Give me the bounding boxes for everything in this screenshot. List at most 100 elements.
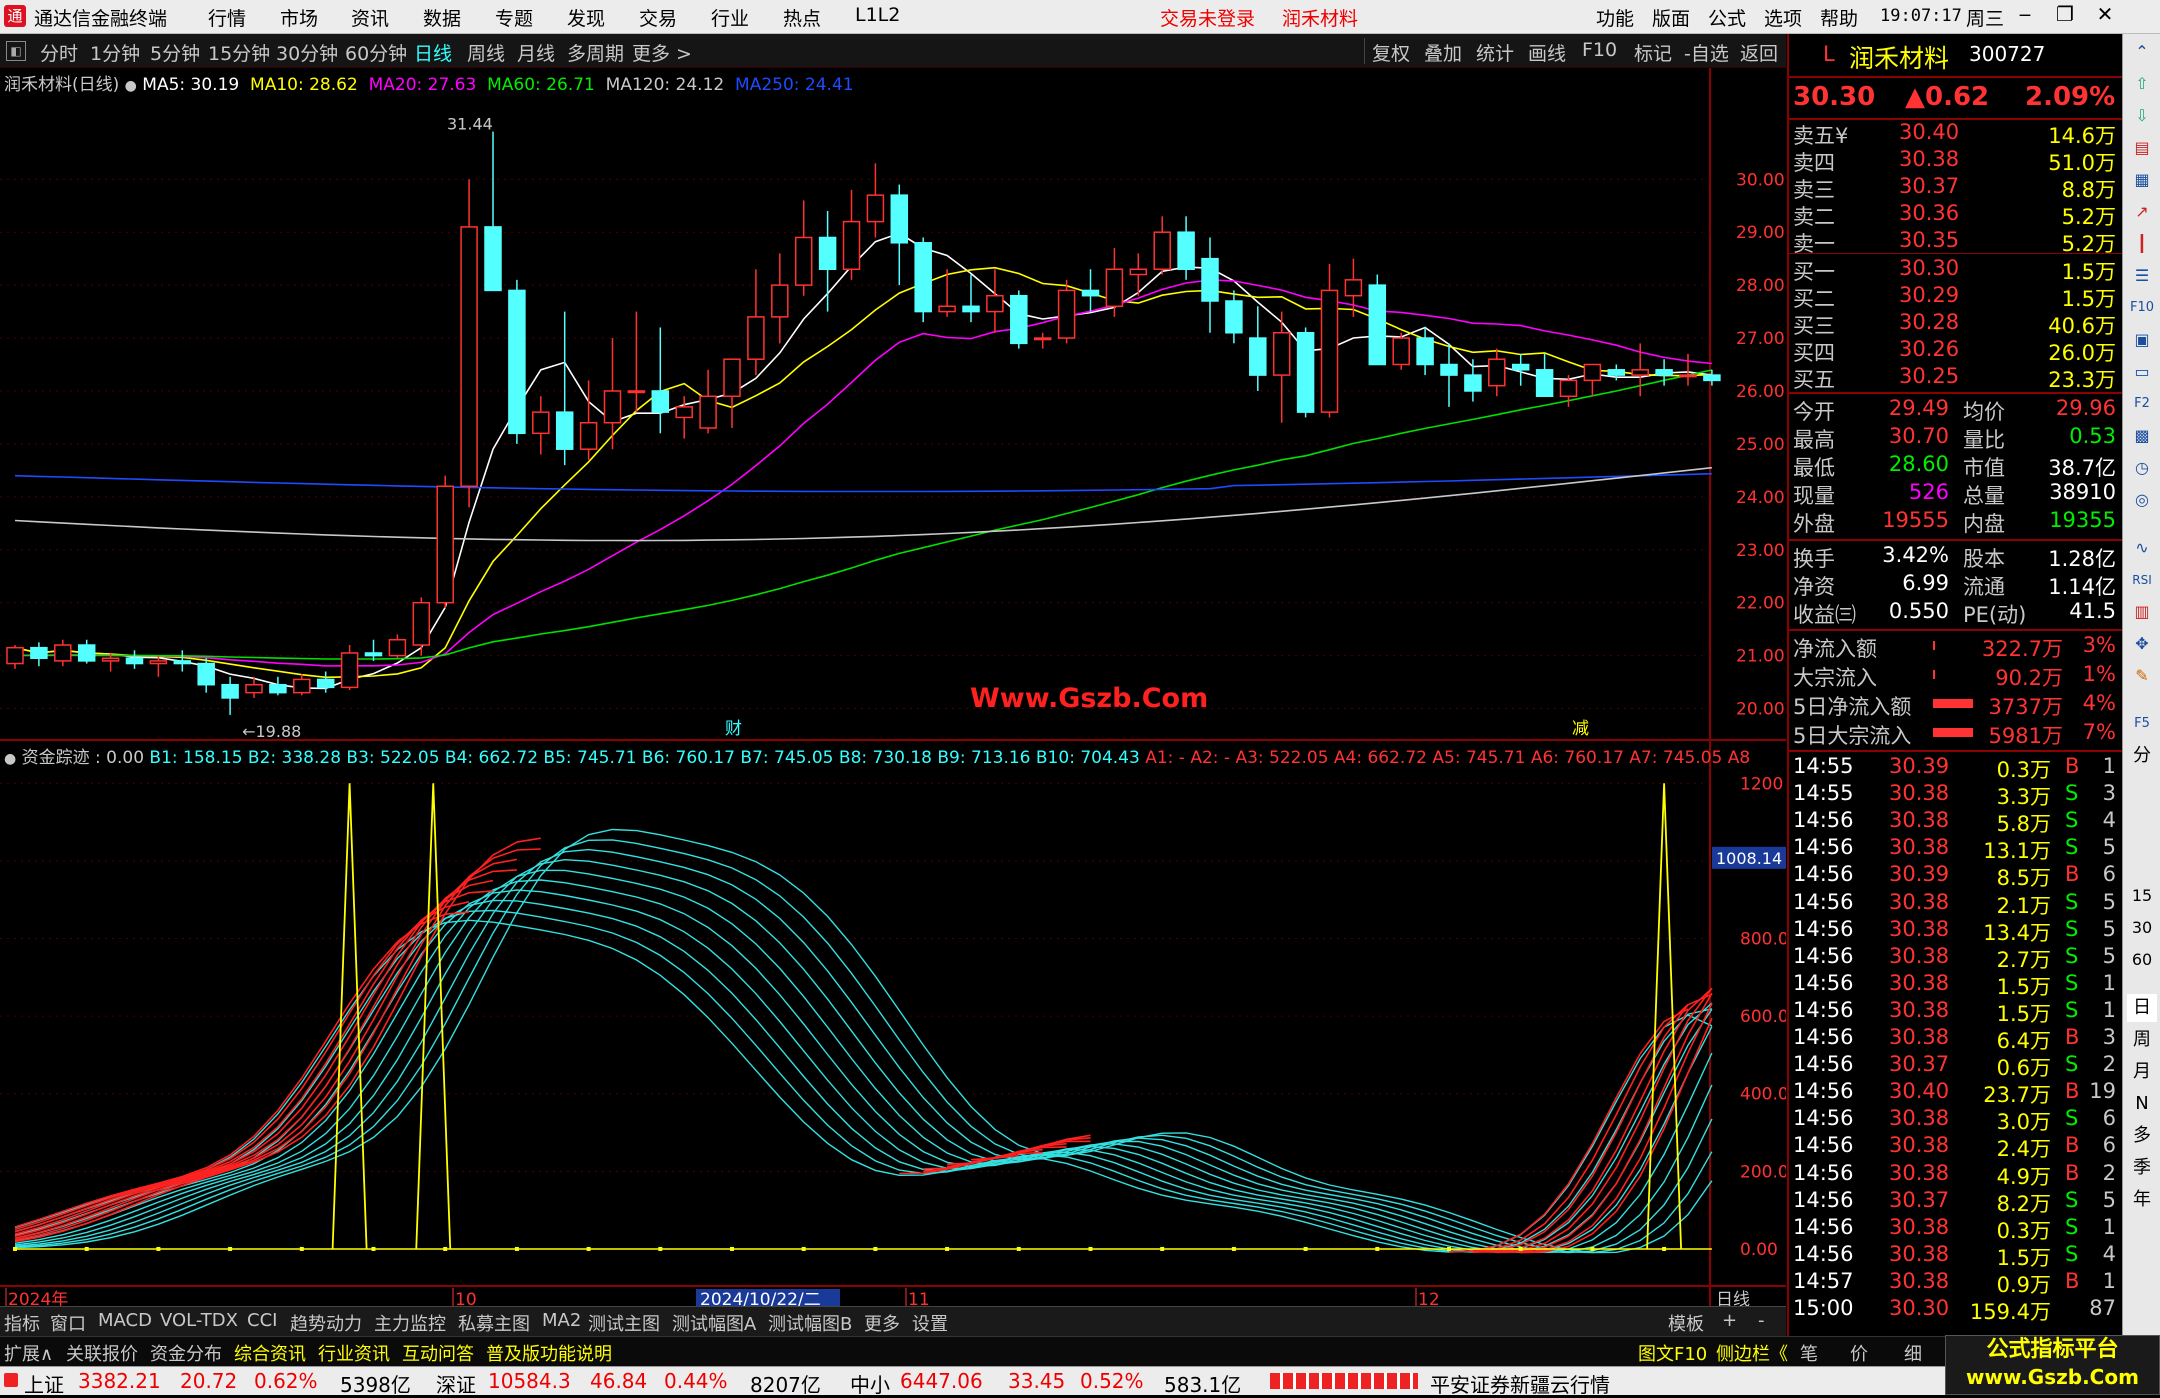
btab-test-sub-a[interactable]: 测试幅图A: [672, 1310, 756, 1336]
sh-label[interactable]: 上证: [24, 1369, 64, 1398]
tool-draw[interactable]: 画线: [1528, 39, 1566, 66]
candle-body[interactable]: [461, 227, 477, 486]
btab-vol-tdx[interactable]: VOL-TDX: [160, 1310, 238, 1331]
candle-body[interactable]: [652, 391, 668, 412]
candle-body[interactable]: [1035, 338, 1051, 340]
candle-body[interactable]: [1226, 301, 1242, 333]
btab-test-sub-b[interactable]: 测试幅图B: [768, 1310, 852, 1336]
menu-function[interactable]: 功能: [1596, 4, 1634, 31]
bid-row[interactable]: 买五30.2523.3万: [1793, 364, 2120, 391]
candle-body[interactable]: [1345, 280, 1361, 296]
event-marker-finance[interactable]: 财: [725, 719, 742, 739]
tab2-expand[interactable]: 扩展∧: [4, 1340, 53, 1366]
bid-row[interactable]: 买二30.291.5万: [1793, 283, 2120, 310]
candle-body[interactable]: [103, 658, 119, 661]
document-icon[interactable]: ▭: [2127, 358, 2157, 386]
tab-intraday[interactable]: 分时: [40, 39, 78, 66]
side-period-30[interactable]: 30: [2127, 914, 2157, 942]
btab-private-main[interactable]: 私募主图: [458, 1310, 530, 1336]
candle-body[interactable]: [987, 296, 1003, 312]
tab2-qa[interactable]: 互动问答: [402, 1340, 474, 1366]
kline-icon[interactable]: ┃: [2127, 230, 2157, 258]
tab2-f10[interactable]: 图文F10: [1638, 1340, 1707, 1366]
menu-quotes[interactable]: 行情: [208, 4, 246, 31]
tab-30min[interactable]: 30分钟: [276, 39, 338, 66]
restore-icon[interactable]: ❐: [2050, 2, 2080, 30]
candle-body[interactable]: [150, 661, 166, 664]
menu-market[interactable]: 市场: [280, 4, 318, 31]
side-period-60[interactable]: 60: [2127, 946, 2157, 974]
side-period-week[interactable]: 周: [2127, 1026, 2157, 1054]
candle-body[interactable]: [1608, 370, 1624, 375]
menu-l1l2[interactable]: L1L2: [855, 4, 900, 26]
menu-discover[interactable]: 发现: [567, 4, 605, 31]
wave-icon[interactable]: ∿: [2127, 534, 2157, 562]
candle-body[interactable]: [7, 648, 23, 664]
candle-body[interactable]: [31, 648, 47, 659]
candle-body[interactable]: [1083, 290, 1099, 295]
list-icon[interactable]: ☰: [2127, 262, 2157, 290]
side-period-month[interactable]: 月: [2127, 1058, 2157, 1086]
candle-body[interactable]: [437, 486, 453, 602]
candle-body[interactable]: [294, 679, 310, 692]
clock-icon[interactable]: ◷: [2127, 454, 2157, 482]
tab-more[interactable]: 更多 >: [632, 39, 692, 66]
candle-body[interactable]: [318, 679, 334, 687]
btab-window[interactable]: 窗口: [50, 1310, 86, 1336]
f5-icon[interactable]: F5: [2127, 710, 2157, 738]
candle-body[interactable]: [1369, 285, 1385, 364]
btab-test-main[interactable]: 测试主图: [588, 1310, 660, 1336]
menu-news[interactable]: 资讯: [351, 4, 389, 31]
f10-icon[interactable]: F10: [2127, 294, 2157, 322]
ask-row[interactable]: 卖三30.378.8万: [1793, 174, 2120, 201]
tab-multi-period[interactable]: 多周期: [567, 39, 624, 66]
event-marker-reduce[interactable]: 减: [1572, 719, 1589, 739]
login-warning[interactable]: 交易未登录: [1160, 4, 1255, 31]
tab2-industry-news[interactable]: 行业资讯: [318, 1340, 390, 1366]
candle-body[interactable]: [1632, 370, 1648, 375]
arrow-down-icon[interactable]: ⇩: [2127, 102, 2157, 130]
tab-1min[interactable]: 1分钟: [90, 39, 140, 66]
tab2-sidebar[interactable]: 侧边栏《: [1716, 1340, 1788, 1366]
tool-stats[interactable]: 统计: [1476, 39, 1514, 66]
move-icon[interactable]: ✥: [2127, 630, 2157, 658]
candle-body[interactable]: [1441, 365, 1457, 376]
btab-trend-power[interactable]: 趋势动力: [290, 1310, 362, 1336]
panel-toggle-icon[interactable]: ◧: [6, 41, 26, 61]
tab2-price[interactable]: 价: [1850, 1340, 1868, 1366]
btab-template[interactable]: 模板: [1668, 1310, 1704, 1336]
candle-body[interactable]: [724, 359, 740, 396]
candle-body[interactable]: [413, 603, 429, 645]
candle-body[interactable]: [1489, 359, 1505, 385]
tab2-general-news[interactable]: 综合资讯: [234, 1340, 306, 1366]
ask-row[interactable]: 卖二30.365.2万: [1793, 201, 2120, 228]
candle-body[interactable]: [1322, 290, 1338, 412]
candle-body[interactable]: [1106, 269, 1122, 306]
menu-industry[interactable]: 行业: [711, 4, 749, 31]
candle-body[interactable]: [939, 306, 955, 311]
candle-body[interactable]: [1250, 338, 1266, 375]
candle-body[interactable]: [55, 645, 71, 661]
candle-body[interactable]: [700, 396, 716, 428]
candle-body[interactable]: [485, 227, 501, 291]
tab2-edition-notes[interactable]: 普及版功能说明: [486, 1340, 612, 1366]
candle-body[interactable]: [1656, 370, 1672, 375]
tab2-tick[interactable]: 笔: [1800, 1340, 1818, 1366]
tab2-related-quote[interactable]: 关联报价: [66, 1340, 138, 1366]
tab-weekly[interactable]: 周线: [467, 39, 505, 66]
bid-row[interactable]: 买三30.2840.6万: [1793, 310, 2120, 337]
calc-icon[interactable]: ▩: [2127, 422, 2157, 450]
side-period-year[interactable]: 年: [2127, 1186, 2157, 1214]
candle-body[interactable]: [222, 685, 238, 698]
candle-body[interactable]: [1584, 365, 1600, 381]
tab-15min[interactable]: 15分钟: [208, 39, 270, 66]
menu-hotspot[interactable]: 热点: [783, 4, 821, 31]
candle-body[interactable]: [605, 391, 621, 423]
tab2-fund-dist[interactable]: 资金分布: [150, 1340, 222, 1366]
candle-body[interactable]: [1202, 259, 1218, 301]
candle-body[interactable]: [79, 645, 95, 661]
btab-remove[interactable]: -: [1758, 1310, 1765, 1331]
kline-chart[interactable]: 30.0029.0028.0027.0026.0025.0024.0023.00…: [0, 68, 1786, 1306]
bid-row[interactable]: 买一30.301.5万: [1793, 256, 2120, 283]
menu-data[interactable]: 数据: [423, 4, 461, 31]
